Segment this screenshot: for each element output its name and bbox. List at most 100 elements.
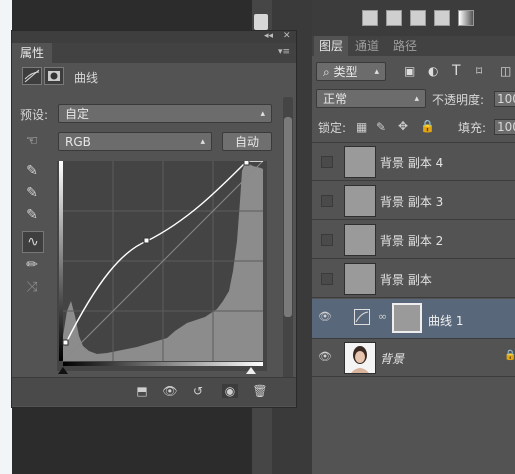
tab-layers[interactable]: 图层 bbox=[314, 36, 349, 56]
lock-position-icon[interactable]: ✥ bbox=[398, 119, 408, 133]
clip-to-layer-icon[interactable]: ⬒ bbox=[134, 384, 150, 398]
layer-row[interactable]: 背景 副本 3 bbox=[312, 182, 515, 220]
layer-row[interactable]: 背景 副本 bbox=[312, 260, 515, 298]
properties-bottom-bar: ⬒ 👁 ↺ ◉ 🗑 bbox=[12, 377, 296, 406]
eye-icon[interactable]: 👁 bbox=[318, 350, 332, 363]
layer-name: 背景 副本 2 bbox=[380, 234, 444, 248]
mask-icon[interactable] bbox=[44, 67, 64, 85]
filter-type-icon[interactable]: T bbox=[452, 63, 461, 79]
collapse-icon[interactable]: ◂◂ bbox=[264, 31, 273, 41]
adjust-icon-4[interactable] bbox=[434, 10, 450, 26]
blend-mode-select[interactable]: 正常 ▴ bbox=[316, 89, 426, 108]
white-point-eyedropper-icon[interactable]: ✎ bbox=[22, 205, 42, 225]
fill-label: 填充: bbox=[458, 121, 487, 135]
adjust-icon-2[interactable] bbox=[386, 10, 402, 26]
curves-adjustment-icon bbox=[22, 67, 42, 85]
delete-icon[interactable]: 🗑 bbox=[252, 384, 268, 398]
curves-graph[interactable] bbox=[57, 159, 267, 371]
adjust-icon-1[interactable] bbox=[362, 10, 378, 26]
layer-thumbnail bbox=[344, 263, 376, 295]
curve-point-black[interactable] bbox=[62, 339, 69, 346]
layer-thumbnail bbox=[344, 224, 376, 256]
layer-thumbnail bbox=[344, 342, 376, 374]
curve-point-mid[interactable] bbox=[143, 237, 150, 244]
output-gradient-bar bbox=[59, 161, 63, 361]
properties-titlebar[interactable]: ◂◂ ✕ bbox=[12, 31, 296, 43]
properties-scrollbar[interactable] bbox=[283, 97, 293, 381]
chain-link-icon[interactable]: ∞ bbox=[378, 310, 387, 323]
dock-handle[interactable] bbox=[254, 14, 268, 30]
layer-name: 背景 副本 4 bbox=[380, 156, 444, 170]
layer-thumbnail bbox=[344, 185, 376, 217]
preset-select-value: 自定 bbox=[65, 107, 90, 121]
black-input-slider[interactable] bbox=[58, 367, 68, 374]
close-icon[interactable]: ✕ bbox=[283, 31, 291, 41]
curve-point-tool-icon[interactable]: ∿ bbox=[22, 231, 44, 253]
layers-panel: 图层 通道 路径 ⌕ 类型 ▴ ▣ ◐ T ⌑ ◫ 正常 ▴ 不透明度: 100… bbox=[312, 36, 515, 474]
gradient-icon[interactable] bbox=[458, 10, 474, 26]
layer-row[interactable]: 背景 副本 4 bbox=[312, 143, 515, 181]
scrollbar-thumb[interactable] bbox=[284, 117, 292, 317]
chevron-updown-icon: ▴ bbox=[374, 67, 379, 77]
preset-label: 预设: bbox=[20, 108, 49, 122]
layer-filter-select[interactable]: ⌕ 类型 ▴ bbox=[316, 62, 386, 81]
visibility-toggle[interactable] bbox=[321, 156, 333, 168]
tab-paths[interactable]: 路径 bbox=[388, 36, 422, 56]
curves-adjustment-icon bbox=[354, 309, 370, 325]
auto-button[interactable]: 自动 bbox=[222, 132, 272, 151]
lock-icon: 🔒 bbox=[504, 350, 515, 361]
properties-panel: ◂◂ ✕ 属性 ▾≡ 曲线 预设: 自定 ▴ ☜ RGB ▴ 自动 ✎ ✎ ✎ … bbox=[11, 30, 297, 408]
white-input-slider[interactable] bbox=[246, 367, 256, 374]
filter-value: 类型 bbox=[333, 65, 358, 79]
layer-mask-thumbnail[interactable] bbox=[392, 303, 422, 333]
black-point-eyedropper-icon[interactable]: ✎ bbox=[22, 161, 42, 181]
filter-smart-icon[interactable]: ◫ bbox=[500, 64, 511, 78]
opacity-input[interactable]: 100 bbox=[494, 91, 515, 107]
lock-transparent-icon[interactable]: ▦ bbox=[356, 120, 367, 134]
channel-select-value: RGB bbox=[65, 135, 91, 149]
smooth-curve-icon[interactable]: ⤨ bbox=[22, 277, 42, 297]
fill-input[interactable]: 100 bbox=[494, 119, 515, 135]
layers-tabbar: 图层 通道 路径 bbox=[312, 36, 515, 56]
layer-row-background[interactable]: 👁 背景 🔒 bbox=[312, 339, 515, 377]
blend-mode-value: 正常 bbox=[323, 92, 348, 106]
chevron-updown-icon: ▴ bbox=[200, 137, 205, 147]
filter-shape-icon[interactable]: ⌑ bbox=[476, 64, 482, 78]
tab-channels[interactable]: 通道 bbox=[350, 36, 384, 56]
layer-thumbnail bbox=[344, 146, 376, 178]
channel-select[interactable]: RGB ▴ bbox=[58, 132, 212, 151]
lock-image-icon[interactable]: ✎ bbox=[376, 120, 386, 134]
visibility-toggle[interactable] bbox=[321, 234, 333, 246]
layer-row[interactable]: 背景 副本 2 bbox=[312, 221, 515, 259]
panel-menu-icon[interactable]: ▾≡ bbox=[278, 47, 290, 57]
gray-point-eyedropper-icon[interactable]: ✎ bbox=[22, 183, 42, 203]
lock-label: 锁定: bbox=[318, 121, 347, 135]
filter-pixel-icon[interactable]: ▣ bbox=[404, 64, 415, 78]
visibility-eye-icon[interactable]: ◉ bbox=[222, 384, 238, 398]
visibility-toggle[interactable] bbox=[321, 195, 333, 207]
tab-properties[interactable]: 属性 bbox=[12, 43, 53, 63]
layer-name: 曲线 1 bbox=[428, 314, 464, 328]
chevron-updown-icon: ▴ bbox=[414, 94, 419, 104]
preset-select[interactable]: 自定 ▴ bbox=[58, 104, 272, 123]
adjust-icon-3[interactable] bbox=[410, 10, 426, 26]
visibility-toggle[interactable] bbox=[321, 273, 333, 285]
panel-icons-bar bbox=[312, 0, 515, 36]
properties-tabbar: 属性 ▾≡ bbox=[12, 43, 296, 63]
filter-adjust-icon[interactable]: ◐ bbox=[428, 64, 438, 78]
chevron-updown-icon: ▴ bbox=[260, 109, 265, 119]
curve-point-white[interactable] bbox=[243, 159, 250, 166]
lock-all-icon[interactable]: 🔒 bbox=[420, 119, 435, 133]
reset-icon[interactable]: ↺ bbox=[190, 384, 206, 398]
layer-name: 背景 bbox=[380, 352, 405, 366]
target-adjust-hand-icon[interactable]: ☜ bbox=[22, 131, 42, 151]
view-previous-state-icon[interactable]: 👁 bbox=[162, 384, 178, 398]
layer-name: 背景 副本 3 bbox=[380, 195, 444, 209]
search-icon: ⌕ bbox=[323, 65, 334, 79]
layer-row-curves[interactable]: 👁 ∞ 曲线 1 bbox=[312, 299, 515, 339]
layer-name: 背景 副本 bbox=[380, 273, 432, 287]
pencil-draw-icon[interactable]: ✏ bbox=[22, 255, 42, 275]
curves-title: 曲线 bbox=[74, 71, 99, 85]
eye-icon[interactable]: 👁 bbox=[318, 310, 332, 323]
opacity-label: 不透明度: bbox=[432, 93, 485, 107]
